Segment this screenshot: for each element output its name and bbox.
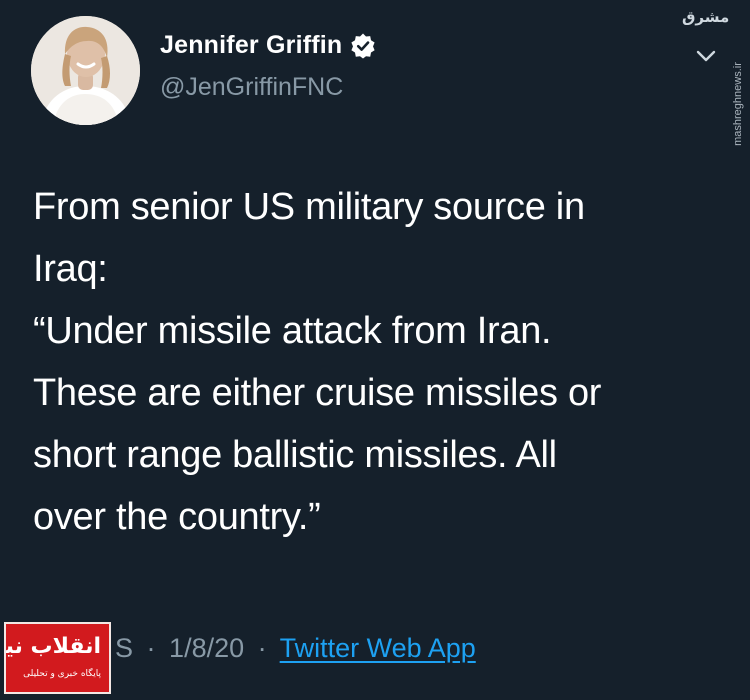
watermark-logo: انقلاب نیوز پایگاه خبری و تحلیلی bbox=[4, 622, 111, 694]
source-logo: مشرق bbox=[682, 8, 730, 26]
meta-separator: · bbox=[257, 633, 267, 663]
tweet-text-line: Iraq: bbox=[33, 248, 108, 290]
tweet-text-line: From senior US military source in bbox=[33, 186, 585, 228]
tweet-time[interactable]: S bbox=[115, 633, 133, 663]
tweet-text-line: short range ballistic missiles. All bbox=[33, 434, 557, 476]
source-app-link[interactable]: Twitter Web App bbox=[280, 633, 476, 663]
author-display-name[interactable]: Jennifer Griffin bbox=[160, 31, 342, 60]
tweet-text-line: over the country.” bbox=[33, 496, 321, 538]
source-url-watermark: mashreghnews.ir bbox=[732, 62, 744, 146]
tweet-text-line: These are either cruise missiles or bbox=[33, 372, 602, 414]
tweet-text: From senior US military source in Iraq: … bbox=[33, 176, 713, 548]
avatar-image bbox=[31, 16, 140, 125]
meta-separator: · bbox=[146, 633, 156, 663]
verified-badge-icon bbox=[350, 33, 376, 59]
avatar[interactable] bbox=[31, 16, 140, 125]
watermark-title: انقلاب نیوز bbox=[5, 634, 101, 659]
tweet-card: Jennifer Griffin @JenGriffinFNC مشرق mas… bbox=[0, 0, 750, 700]
watermark-subtitle: پایگاه خبری و تحلیلی bbox=[23, 669, 101, 679]
chevron-down-icon[interactable] bbox=[695, 47, 717, 65]
author-handle[interactable]: @JenGriffinFNC bbox=[160, 73, 343, 102]
tweet-meta: S · 1/8/20 · Twitter Web App bbox=[115, 633, 476, 664]
tweet-text-line: “Under missile attack from Iran. bbox=[33, 310, 552, 352]
tweet-date[interactable]: 1/8/20 bbox=[169, 633, 244, 663]
author-name-row: Jennifer Griffin bbox=[160, 31, 376, 60]
